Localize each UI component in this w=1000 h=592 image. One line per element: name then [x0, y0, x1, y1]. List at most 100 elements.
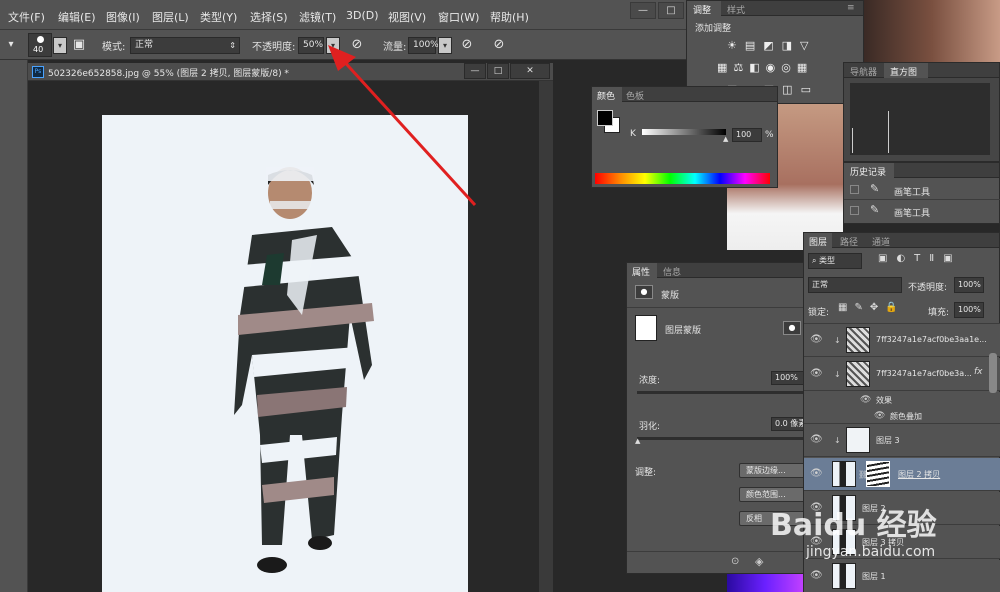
- history-item[interactable]: ✎ 画笔工具: [844, 201, 1000, 221]
- layer-opacity-input[interactable]: 100%: [954, 277, 984, 293]
- clipping-arrow-icon: ↓: [834, 436, 841, 445]
- k-slider-track[interactable]: [642, 129, 726, 135]
- brush-panel-toggle-icon[interactable]: ▣: [70, 36, 88, 54]
- brush-picker-dropdown-icon[interactable]: ▾: [53, 37, 67, 54]
- layer-fx-badge[interactable]: fx: [974, 367, 983, 377]
- color-spectrum-bar[interactable]: [595, 173, 770, 184]
- channel-k-label: K: [630, 129, 636, 139]
- tab-adjustments[interactable]: 调整: [693, 3, 711, 16]
- visibility-eye-icon[interactable]: 👁: [810, 571, 823, 581]
- layer-name: 图层 3: [876, 436, 900, 445]
- layers-scrollbar-thumb[interactable]: [989, 353, 997, 393]
- adjust-label: 调整:: [635, 468, 657, 478]
- clipping-arrow-icon: ↓: [834, 336, 841, 345]
- feather-slider[interactable]: [637, 437, 811, 440]
- tab-styles[interactable]: 样式: [727, 3, 745, 16]
- adjustment-icons-row-2[interactable]: ▦⚖◧◉◎▦: [717, 61, 847, 75]
- history-snapshot-checkbox[interactable]: [850, 206, 859, 215]
- visibility-eye-icon[interactable]: 👁: [810, 335, 823, 345]
- mode-select[interactable]: 正常 ⇕: [130, 37, 240, 54]
- pixel-mask-button[interactable]: ●: [783, 321, 801, 335]
- visibility-eye-icon[interactable]: 👁: [810, 369, 823, 379]
- menu-type[interactable]: 类型(Y): [200, 9, 237, 25]
- visibility-eye-icon[interactable]: 👁: [874, 411, 885, 421]
- layer-thumbnail: [846, 327, 870, 353]
- brush-preset-picker[interactable]: 40: [28, 33, 52, 57]
- layer-name: 7ff3247a1e7acf0be3a...: [876, 369, 972, 378]
- foreground-color-swatch[interactable]: [597, 110, 613, 126]
- layer-row-selected[interactable]: 👁 ⛓ 图层 2 拷贝: [804, 458, 1000, 491]
- tab-layers[interactable]: 图层: [809, 235, 827, 248]
- load-selection-icon[interactable]: ⊙: [731, 556, 739, 567]
- fill-label: 填充:: [928, 308, 950, 318]
- k-slider-handle[interactable]: ▲: [723, 135, 728, 143]
- menu-filter[interactable]: 滤镜(T): [299, 9, 336, 25]
- layer-name: 7ff3247a1e7acf0be3aa1e...: [876, 335, 987, 344]
- tab-navigator[interactable]: 导航器: [850, 65, 877, 78]
- menu-select[interactable]: 选择(S): [250, 9, 288, 25]
- layer-row[interactable]: 👁 ↓ 图层 3: [804, 424, 1000, 457]
- tool-preset-caret-icon[interactable]: ▾: [2, 36, 20, 54]
- menu-help[interactable]: 帮助(H): [490, 9, 529, 25]
- mask-edge-button[interactable]: 蒙版边缘...: [739, 463, 811, 478]
- effect-color-overlay-row[interactable]: 👁 颜色叠加: [804, 408, 1000, 424]
- density-label: 浓度:: [639, 376, 661, 386]
- effect-name: 颜色叠加: [890, 412, 922, 421]
- menu-edit[interactable]: 编辑(E): [58, 9, 96, 25]
- layer-thumbnail: [846, 361, 870, 387]
- tab-swatches[interactable]: 色板: [626, 89, 644, 102]
- fill-input[interactable]: 100%: [954, 302, 984, 318]
- layer-name: 图层 2 拷贝: [898, 470, 941, 479]
- apply-mask-icon[interactable]: ◈: [755, 555, 763, 568]
- tab-channels[interactable]: 通道: [872, 235, 890, 248]
- layer-filter-value: 类型: [819, 256, 836, 265]
- layer-row[interactable]: 👁 ↓ 7ff3247a1e7acf0be3a... fx: [804, 358, 1000, 391]
- layer-mask-label: 图层蒙版: [665, 326, 702, 336]
- menu-window[interactable]: 窗口(W): [438, 9, 479, 25]
- menu-3d[interactable]: 3D(D): [346, 9, 379, 22]
- k-value-input[interactable]: 100: [732, 128, 762, 142]
- panel-menu-icon[interactable]: ≡: [847, 3, 855, 13]
- menu-layer[interactable]: 图层(L): [152, 9, 189, 25]
- layer-mask-thumbnail[interactable]: [866, 461, 890, 487]
- menu-file[interactable]: 文件(F): [8, 9, 45, 25]
- doc-maximize-button[interactable]: □: [487, 63, 509, 79]
- feather-slider-handle[interactable]: ▲: [635, 437, 640, 445]
- pressure-size-icon[interactable]: ⊘: [490, 36, 508, 54]
- tab-paths[interactable]: 路径: [840, 235, 858, 248]
- history-panel: 历史记录 ✎ 画笔工具 ✎ 画笔工具: [843, 162, 1000, 224]
- visibility-eye-icon[interactable]: 👁: [860, 395, 871, 405]
- feather-label: 羽化:: [639, 422, 661, 432]
- layer-filter-select[interactable]: ⌕ 类型: [808, 253, 862, 269]
- app-minimize-button[interactable]: —: [630, 2, 656, 19]
- lock-icons[interactable]: ▦✎✥🔒: [838, 302, 918, 316]
- app-maximize-button[interactable]: □: [658, 2, 684, 19]
- tab-color[interactable]: 颜色: [597, 89, 615, 102]
- effects-label: 效果: [876, 396, 892, 405]
- layer-filter-icons[interactable]: ▣◐TⅡ▣: [878, 253, 998, 269]
- document-scrollbar[interactable]: [539, 81, 553, 592]
- density-slider[interactable]: [637, 391, 811, 394]
- properties-panel-tabs: 属性 信息: [627, 263, 815, 278]
- brush-size-value: 40: [33, 45, 44, 54]
- history-item[interactable]: ✎ 画笔工具: [844, 180, 1000, 200]
- tab-properties[interactable]: 属性: [632, 265, 650, 278]
- tab-info[interactable]: 信息: [663, 265, 681, 278]
- effects-row[interactable]: 👁 效果: [804, 392, 1000, 408]
- properties-header: 蒙版: [661, 291, 680, 301]
- menu-image[interactable]: 图像(I): [106, 9, 140, 25]
- layer-row[interactable]: 👁 ↓ 7ff3247a1e7acf0be3aa1e...: [804, 324, 1000, 357]
- visibility-eye-icon[interactable]: 👁: [810, 435, 823, 445]
- brush-tip-icon: [37, 36, 44, 43]
- menu-view[interactable]: 视图(V): [388, 9, 426, 25]
- k-unit-label: %: [765, 130, 774, 140]
- history-snapshot-checkbox[interactable]: [850, 185, 859, 194]
- mode-select-value: 正常: [135, 40, 154, 50]
- document-title: 502326e652858.jpg @ 55% (图层 2 拷贝, 图层蒙版/8…: [48, 69, 289, 79]
- doc-close-button[interactable]: ✕: [510, 63, 550, 79]
- blend-mode-select[interactable]: 正常: [808, 277, 902, 293]
- visibility-eye-icon[interactable]: 👁: [810, 469, 823, 479]
- tab-history[interactable]: 历史记录: [850, 165, 886, 178]
- adjustment-icons-row-1[interactable]: ☀▤◩◨▽: [727, 39, 837, 53]
- tab-histogram[interactable]: 直方图: [890, 65, 917, 78]
